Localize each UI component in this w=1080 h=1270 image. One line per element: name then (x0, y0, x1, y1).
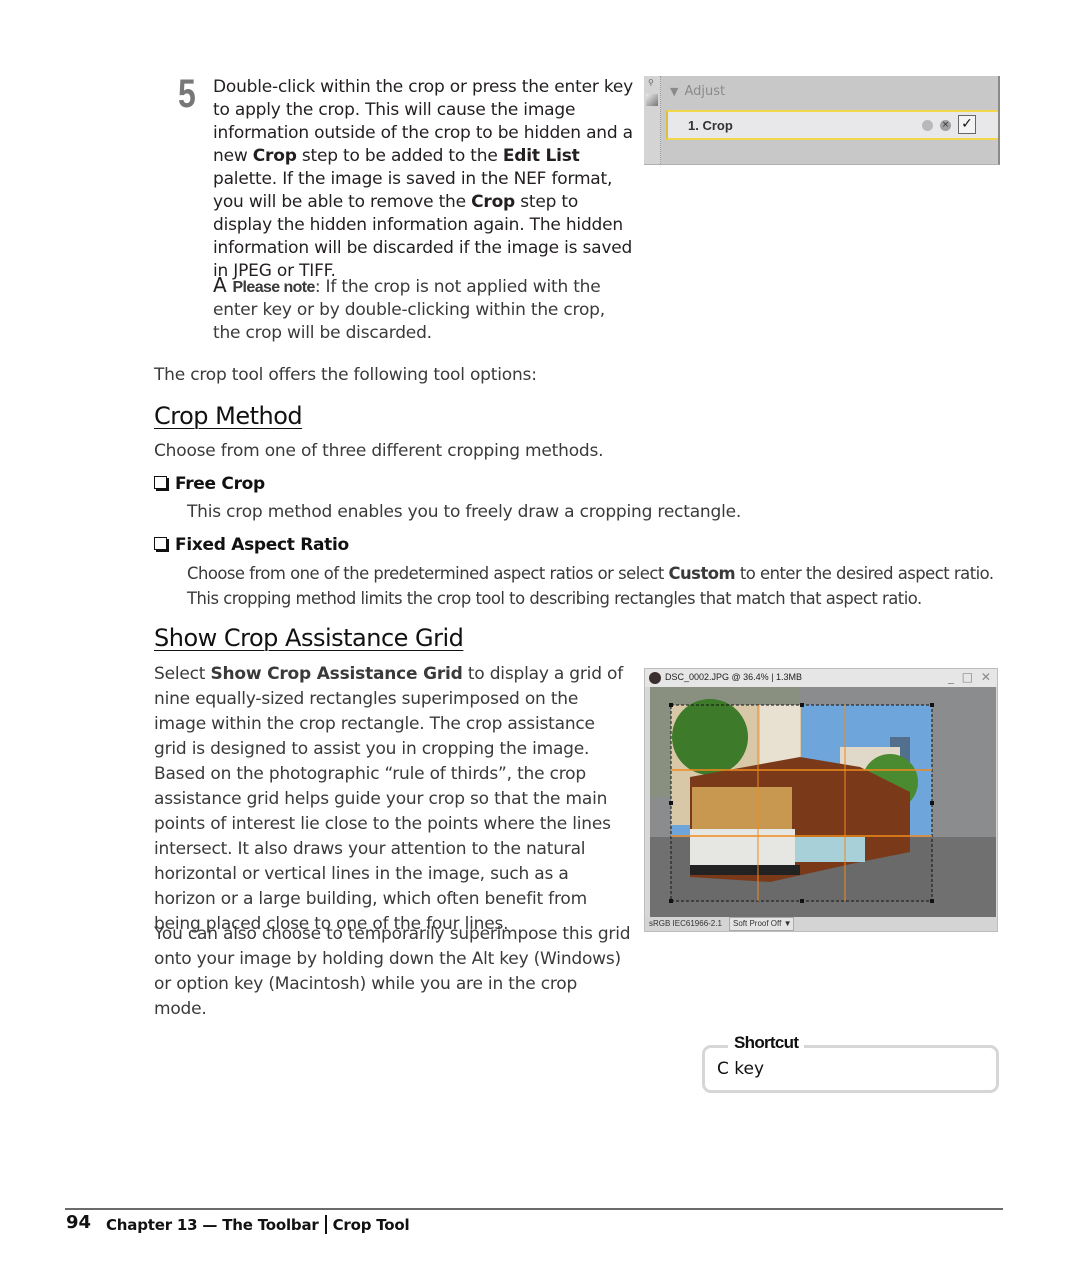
soft-proof-dropdown[interactable]: Soft Proof Off ▼ (729, 917, 794, 931)
crop-method-heading: Crop Method (154, 402, 303, 430)
crop-handle (930, 801, 934, 805)
crop-grid-paragraph-2: You can also choose to temporarily super… (154, 924, 631, 1019)
footer-section: Crop Tool (332, 1216, 410, 1234)
crop-step-row[interactable]: 1. Crop × ✓ (666, 110, 998, 140)
crop-handle (800, 703, 804, 707)
crop-grid-paragraph-1: Select Show Crop Assistance Grid to disp… (154, 664, 623, 934)
free-crop-title: Free Crop (154, 474, 265, 494)
delete-icon[interactable]: × (940, 120, 951, 131)
collapse-triangle-icon: ▼ (670, 85, 679, 98)
crop-handle (669, 899, 673, 903)
cable-car-panel (690, 829, 795, 865)
window-status-bar: sRGB IEC61966-2.1 Soft Proof Off ▼ (645, 917, 997, 931)
cable-car-base (690, 865, 800, 875)
image-window-screenshot: DSC_0002.JPG @ 36.4% | 1.3MB _ □ ✕ sRGB … (644, 668, 998, 932)
palette-pin-icon: ⚲ (648, 78, 654, 87)
fixed-aspect-text-1: Choose from one of the predetermined asp… (187, 564, 994, 583)
crop-handle (669, 703, 673, 707)
checkbox-bullet-icon (154, 537, 167, 550)
step-text-segment: step to be added to the (296, 146, 503, 166)
free-crop-text: This crop method enables you to freely d… (187, 502, 742, 522)
edit-list-palette-screenshot: ⚲ ▼ Adjust 1. Crop × ✓ (644, 76, 1000, 165)
adjust-group-header[interactable]: ▼ Adjust (670, 84, 725, 99)
cable-car-photo (650, 687, 996, 917)
step-emphasis: Crop (471, 192, 516, 212)
palette-side-strip: ⚲ (644, 76, 661, 164)
crop-handle (669, 801, 673, 805)
step-number: 5 (178, 72, 196, 116)
intro-text: The crop tool offers the following tool … (154, 365, 537, 385)
footer-divider (65, 1208, 1003, 1210)
crop-handle (930, 703, 934, 707)
crop-handle (800, 899, 804, 903)
window-title: DSC_0002.JPG @ 36.4% | 1.3MB (665, 672, 803, 682)
checkbox-icon[interactable]: ✓ (958, 115, 976, 134)
page-number: 94 (66, 1212, 92, 1233)
note-icon: A (213, 273, 227, 297)
step-instruction: Double-click within the crop or press th… (213, 76, 633, 283)
cable-car-windows (692, 787, 792, 829)
step-emphasis: Crop (252, 146, 297, 166)
crop-region (671, 699, 932, 901)
checkbox-bullet-icon (154, 476, 167, 489)
footer-chapter: Chapter 13 — The Toolbar (106, 1216, 319, 1234)
step-emphasis: Edit List (502, 146, 580, 166)
please-note: A Please note: If the crop is not applied… (213, 274, 633, 345)
reset-icon[interactable] (922, 120, 933, 131)
window-titlebar: DSC_0002.JPG @ 36.4% | 1.3MB _ □ ✕ (645, 669, 997, 687)
footer-breadcrumb: Chapter 13 — The Toolbar Crop Tool (106, 1215, 410, 1234)
crop-grid-heading: Show Crop Assistance Grid (154, 624, 464, 652)
fixed-aspect-title: Fixed Aspect Ratio (154, 535, 349, 555)
crop-method-description: Choose from one of three different cropp… (154, 441, 604, 461)
note-label: Please note (232, 279, 315, 296)
window-controls[interactable]: _ □ ✕ (948, 670, 993, 684)
footer-separator (324, 1215, 327, 1234)
tree-left (672, 699, 748, 775)
cable-car-stripe (795, 837, 865, 862)
crop-handle (930, 899, 934, 903)
photo-illustration (650, 687, 996, 917)
palette-resize-icon (646, 94, 658, 106)
fixed-aspect-text-2: This cropping method limits the crop too… (187, 589, 922, 608)
crop-step-label: 1. Crop (688, 118, 733, 133)
shortcut-title: Shortcut (728, 1033, 805, 1053)
shortcut-key: C key (717, 1059, 765, 1079)
color-profile-label: sRGB IEC61966-2.1 (649, 919, 722, 928)
dropdown-arrow-icon: ▼ (783, 919, 792, 928)
app-logo-icon (649, 672, 661, 684)
